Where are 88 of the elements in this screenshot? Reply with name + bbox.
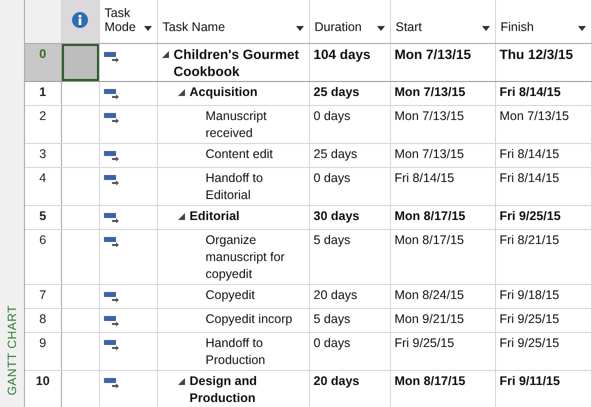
row-number[interactable]: 7 [25,284,61,308]
task-name: Copyedit incorp [206,311,292,328]
column-header[interactable]: Task Name [157,0,309,44]
duration-cell: 0 days [309,332,390,370]
auto-scheduled-icon [104,175,118,185]
row-number[interactable]: 2 [25,106,61,144]
duration-cell: 5 days [309,230,390,284]
auto-scheduled-icon [104,113,118,123]
start-date-cell: Mon 9/21/15 [390,308,495,332]
row-number[interactable]: 1 [25,82,61,106]
finish-date-cell: Fri 9/25/15 [495,206,592,230]
duration-cell: 104 days [309,44,390,82]
start-date-cell: Mon 7/13/15 [390,106,495,144]
finish-date-cell: Fri 8/21/15 [495,230,592,284]
start-date-cell: Fri 8/14/15 [390,168,495,206]
view-label: GANTT CHART [5,304,19,395]
row-number[interactable]: 9 [25,332,61,370]
column-title: Task Name [162,20,226,34]
row-number[interactable]: 6 [25,230,61,284]
auto-scheduled-icon [104,378,118,388]
finish-date-cell: Fri 9/11/15 [495,370,592,407]
start-date-cell: Mon 8/17/15 [390,370,495,407]
finish-date-cell: Fri 9/18/15 [495,284,592,308]
indicators-header[interactable] [61,0,99,44]
finish-date-cell: Fri 8/14/15 [495,168,592,206]
duration-cell: 20 days [309,284,390,308]
column-title: Start [396,20,422,34]
caret-icon[interactable] [296,26,304,31]
auto-scheduled-icon [104,316,118,326]
task-name: Design and Production [190,373,258,407]
expanded-triangle-icon[interactable] [178,378,184,385]
finish-date-cell: Mon 7/13/15 [495,106,592,144]
caret-icon[interactable] [144,26,152,31]
task-name: Organize manuscript for copyedit [206,232,286,283]
task-name: Handoff to Editorial [206,170,264,204]
column-title: Duration [314,20,362,34]
caret-icon[interactable] [482,26,490,31]
task-name: Handoff to Production [206,335,266,369]
row-number[interactable]: 10 [25,370,61,407]
auto-scheduled-icon [104,52,118,62]
duration-cell: 0 days [309,106,390,144]
duration-cell: 25 days [309,82,390,106]
row-number[interactable]: 8 [25,308,61,332]
start-date-cell: Mon 8/17/15 [390,206,495,230]
task-name: Copyedit [206,287,255,304]
duration-cell: 0 days [309,168,390,206]
row-number[interactable]: 3 [25,144,61,168]
column-header[interactable]: Task Mode [99,0,157,44]
start-date-cell: Mon 7/13/15 [390,44,495,82]
finish-date-cell: Fri 8/14/15 [495,82,592,106]
expanded-triangle-icon[interactable] [178,89,184,96]
caret-icon[interactable] [578,26,586,31]
auto-scheduled-icon [104,340,118,350]
task-name: Acquisition [190,84,258,101]
finish-date-cell: Fri 9/25/15 [495,332,592,370]
column-header[interactable]: Start [390,0,495,44]
auto-scheduled-icon [104,292,118,302]
finish-date-cell: Fri 8/14/15 [495,144,592,168]
task-name: Content edit [206,146,273,163]
duration-cell: 20 days [309,370,390,407]
finish-date-cell: Fri 9/25/15 [495,308,592,332]
caret-icon[interactable] [376,26,384,31]
duration-cell: 25 days [309,144,390,168]
start-date-cell: Mon 7/13/15 [390,82,495,106]
info-icon [72,12,88,28]
auto-scheduled-icon [104,151,118,161]
expanded-triangle-icon[interactable] [178,213,184,220]
auto-scheduled-icon [104,213,118,223]
column-header[interactable]: Duration [309,0,390,44]
start-date-cell: Mon 8/17/15 [390,230,495,284]
start-date-cell: Fri 9/25/15 [390,332,495,370]
expanded-triangle-icon[interactable] [162,51,168,58]
column-title: Finish [500,20,534,34]
start-date-cell: Mon 7/13/15 [390,144,495,168]
finish-date-cell: Thu 12/3/15 [495,44,592,82]
auto-scheduled-icon [104,89,118,99]
row-number[interactable]: 4 [25,168,61,206]
start-date-cell: Mon 8/24/15 [390,284,495,308]
duration-cell: 5 days [309,308,390,332]
row-number[interactable]: 5 [25,206,61,230]
task-name: Editorial [190,208,240,225]
task-name: Manuscript received [206,108,268,142]
column-title: Task Mode [104,6,137,34]
task-name: Children's Gourmet Cookbook [174,46,300,80]
duration-cell: 30 days [309,206,390,230]
auto-scheduled-icon [104,237,118,247]
column-header[interactable]: Finish [495,0,592,44]
row-number[interactable]: 0 [25,44,61,82]
